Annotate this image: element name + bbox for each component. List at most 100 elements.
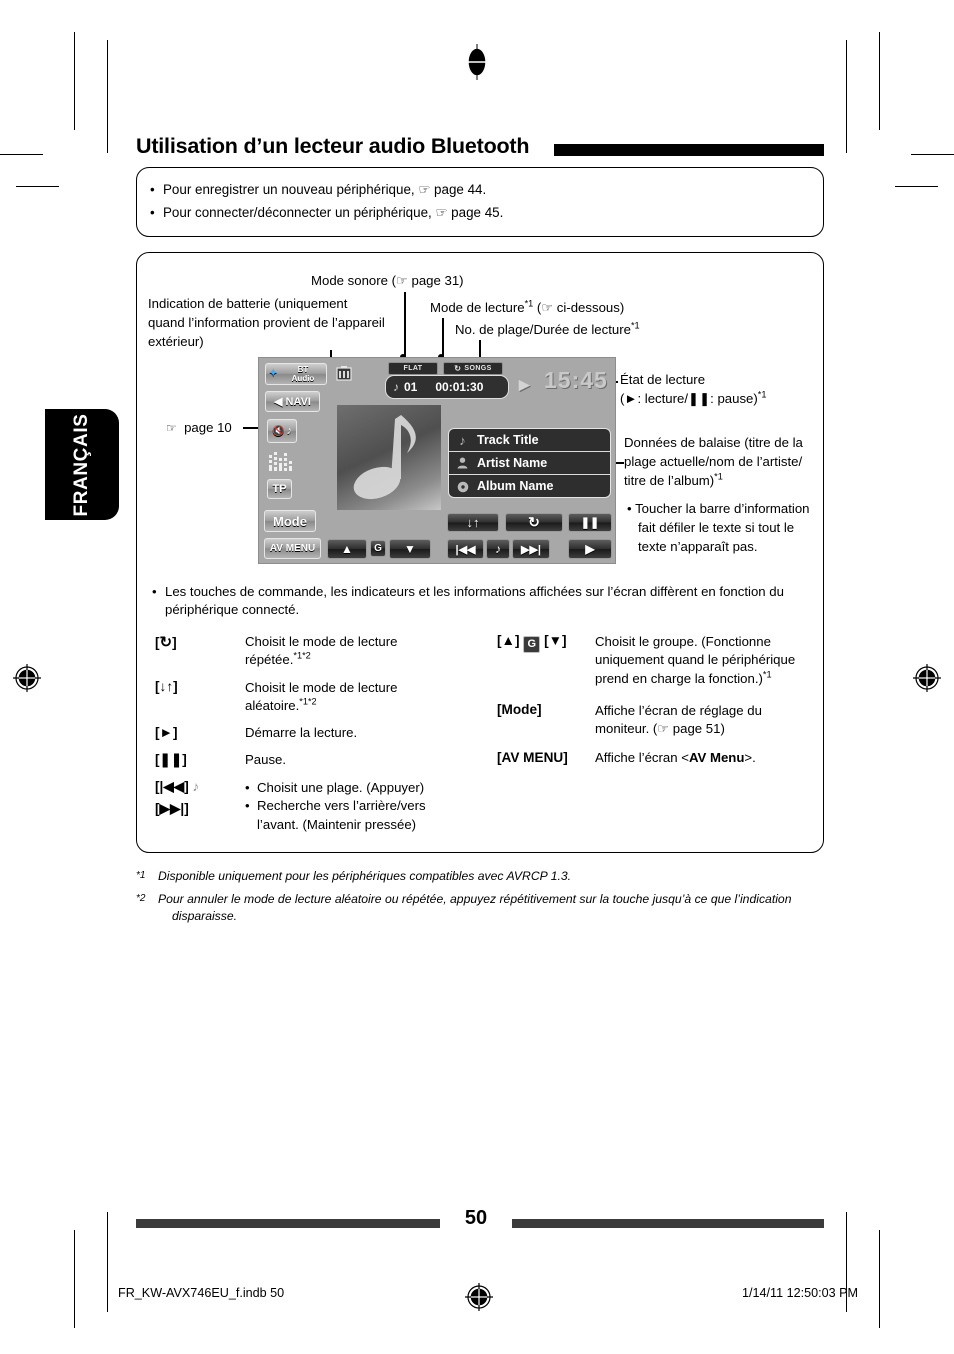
bluetooth-icon: ✦ [269, 368, 278, 379]
sound-mode-label: FLAT [403, 365, 423, 372]
footer-timestamp: 1/14/11 12:50:03 PM [742, 1286, 858, 1300]
play-button[interactable]: ▶ [568, 539, 612, 559]
music-note-icon: ♪ [459, 432, 466, 448]
note-item: • Pour enregistrer un nouveau périphériq… [150, 182, 487, 198]
play-mode-label: SONGS [464, 365, 492, 372]
album-artwork [337, 405, 441, 510]
legend-desc-random: Choisit le mode de lecture aléatoire.*1*… [245, 679, 397, 716]
legend-sub-item: • Choisit une plage. (Appuyer) [245, 779, 455, 797]
speaker-mute-icon: 🔇 [272, 425, 285, 437]
intro-bullet-line2: périphérique connecté. [165, 601, 300, 617]
music-note-icon: ♪ [393, 380, 399, 394]
callout-page10-label: page 10 [180, 420, 232, 435]
note-item-text: Pour enregistrer un nouveau périphérique… [163, 182, 487, 197]
registration-mark-bottom [464, 1282, 493, 1311]
callout-play-status-line1: État de lecture [620, 372, 706, 387]
next-track-button[interactable]: ▶▶| [512, 539, 550, 559]
tag-info-box[interactable]: ♪ Track Title Artist Name Album Name [448, 428, 611, 498]
random-button[interactable]: ↓↑ [447, 513, 499, 532]
footnote-text-line2: disparaisse. [172, 908, 238, 923]
source-button-bt-audio[interactable]: ✦ BT Audio [265, 363, 327, 385]
footnote-mark: *1 [136, 870, 146, 881]
random-icon: ↓↑ [466, 515, 480, 530]
info-row-artist[interactable]: Artist Name [449, 451, 610, 474]
battery-icon [335, 364, 353, 382]
legend-key-up: [▲] [497, 633, 520, 648]
registration-mark-left [12, 663, 41, 692]
legend-key-group: [▲] G [▼] [497, 633, 567, 653]
legend-desc-repeat: Choisit le mode de lecture répétée.*1*2 [245, 633, 397, 670]
bullet: • [150, 182, 155, 197]
footnote-text: Disponible uniquement pour les périphéri… [158, 869, 572, 883]
info-row-track[interactable]: ♪ Track Title [449, 429, 610, 451]
note-item: • Pour connecter/déconnecter un périphér… [150, 205, 504, 221]
legend-desc-line: Choisit le mode de lecture [245, 634, 398, 649]
pointing-hand-icon: ☞ [166, 421, 177, 435]
legend-key-mode: [Mode] [497, 702, 542, 717]
legend-desc-group: Choisit le groupe. (Fonctionne uniquemen… [595, 633, 795, 688]
legend-desc-line: uniquement quand le périphérique [595, 652, 796, 668]
repeat-button[interactable]: ↻ [505, 513, 563, 532]
legend-desc-line: aléatoire.*1*2 [245, 696, 317, 714]
sound-mode-badge: FLAT [388, 362, 438, 375]
language-tab: FRANÇAIS [45, 409, 119, 520]
legend-desc-line: moniteur. (☞ page 51) [595, 721, 725, 737]
track-time-bar: ♪ 01 00:01:30 [385, 375, 509, 399]
legend-desc-seek: • Choisit une plage. (Appuyer) • Recherc… [245, 779, 455, 834]
callout-play-status-line2: (►: lecture/❚❚: pause)*1 [620, 389, 767, 406]
page-number: 50 [464, 1207, 488, 1229]
legend-desc-line: répétée.*1*2 [245, 650, 311, 668]
chevron-down-icon: ▼ [404, 542, 416, 556]
legend-key-play: [►] [155, 725, 178, 740]
legend-desc-pause: Pause. [245, 752, 287, 767]
callout-track-time: No. de plage/Durée de lecture*1 [455, 320, 640, 337]
note-item-text: Pour connecter/déconnecter un périphériq… [163, 205, 504, 220]
footnote-2: *2 Pour annuler le mode de lecture aléat… [136, 891, 838, 924]
intro-bullet: • Les touches de commande, les indicateu… [152, 583, 812, 618]
callout-play-mode: Mode de lecture*1 (☞ ci-dessous) [430, 298, 625, 315]
tp-button[interactable]: TP [267, 479, 292, 499]
callout-tag-sub-line1: Toucher la barre d’information [635, 501, 810, 516]
legend-key-repeat: [↻] [155, 634, 177, 651]
legend-sub-text: Recherche vers l’arrière/vers [257, 798, 426, 814]
callout-tag-line3: titre de l’album)*1 [624, 471, 723, 488]
legend-key-next: [▶▶|] [155, 801, 189, 816]
callout-sound-mode: Mode sonore (☞ page 31) [311, 273, 464, 288]
navi-button[interactable]: ◀ NAVI [265, 391, 320, 412]
av-menu-label: AV MENU [269, 543, 316, 554]
navi-arrow-icon: ◀ [274, 396, 283, 408]
callout-battery-line3: extérieur) [148, 334, 204, 349]
group-down-button[interactable]: ▼ [389, 539, 431, 559]
info-row-album[interactable]: Album Name [449, 474, 610, 497]
bullet: • [245, 780, 250, 795]
legend-sub-text: Choisit une plage. (Appuyer) [257, 780, 425, 795]
av-menu-button[interactable]: AV MENU [264, 538, 321, 559]
equalizer-icon[interactable] [268, 451, 294, 473]
legend-key-av-menu: [AV MENU] [497, 750, 568, 765]
registration-mark-right [912, 663, 941, 692]
source-label-line1: BT [297, 365, 309, 374]
pause-icon: ❚❚ [580, 517, 600, 529]
legend-sub-text-cont: l’avant. (Maintenir pressée) [257, 816, 417, 832]
mute-audio-button[interactable]: 🔇 ♪ [267, 419, 297, 443]
legend-desc-av-menu: Affiche l’écran <AV Menu>. [595, 750, 756, 765]
music-note-icon: ♪ [286, 425, 292, 437]
legend-key-random: [↓↑] [155, 679, 178, 694]
repeat-icon: ↻ [454, 364, 462, 373]
prev-track-button[interactable]: |◀◀ [447, 539, 484, 559]
intro-note-box: • Pour enregistrer un nouveau périphériq… [136, 167, 824, 237]
callout-battery-line2: quand l’information provient de l’appare… [148, 315, 385, 330]
legend-desc-mode: Affiche l’écran de réglage du moniteur. … [595, 702, 762, 739]
language-tab-label: FRANÇAIS [71, 413, 92, 516]
person-icon [455, 456, 470, 471]
note-button[interactable]: ♪ [486, 539, 510, 559]
bullet: • [152, 584, 157, 599]
mode-button[interactable]: Mode [264, 510, 316, 532]
group-up-button[interactable]: ▲ [327, 539, 367, 559]
footer-filename: FR_KW-AVX746EU_f.indb 50 [118, 1286, 285, 1300]
legend-desc-line: prend en charge la fonction.)*1 [595, 669, 772, 686]
mode-label: Mode [273, 513, 307, 529]
pause-button[interactable]: ❚❚ [568, 513, 612, 532]
artist-name: Artist Name [477, 456, 548, 470]
footer-rule-left [136, 1219, 440, 1228]
